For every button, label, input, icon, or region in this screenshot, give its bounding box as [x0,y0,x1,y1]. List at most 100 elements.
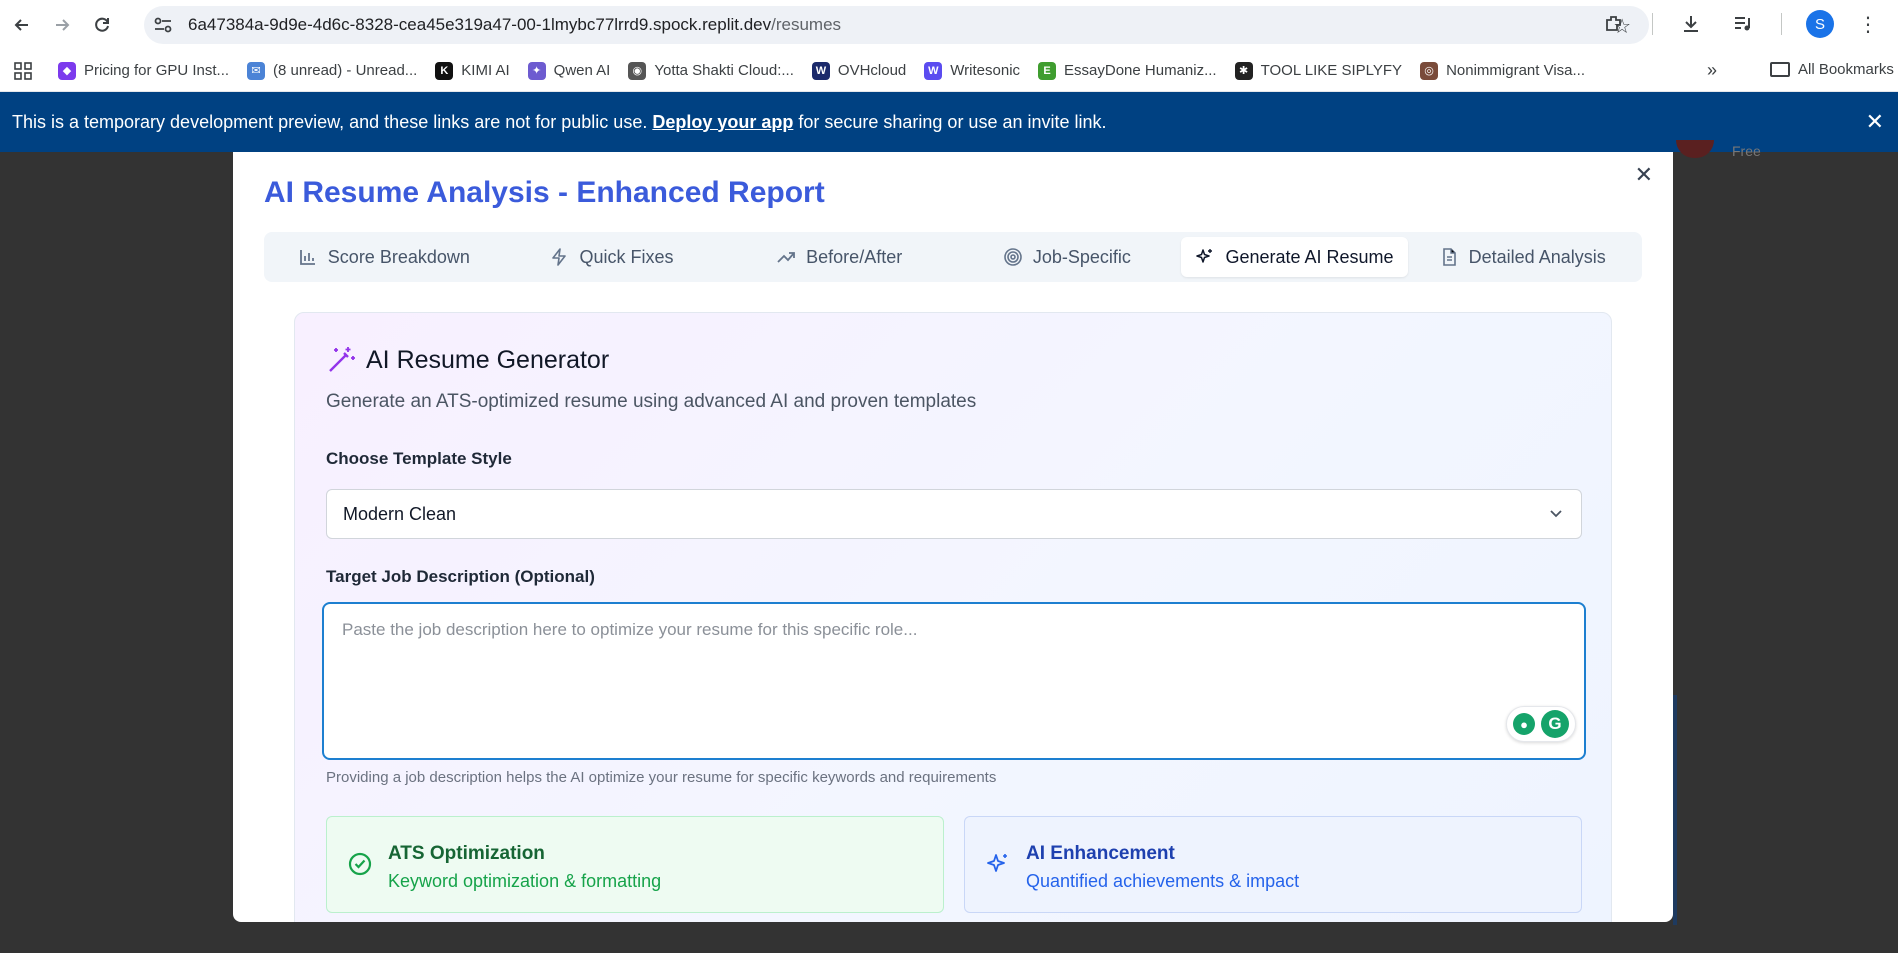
ai-enhancement-card: AI Enhancement Quantified achievements &… [964,816,1582,913]
deploy-app-link[interactable]: Deploy your app [652,112,793,133]
lightning-icon [552,248,567,266]
profile-avatar[interactable]: S [1806,10,1834,38]
bookmark-label: Qwen AI [553,62,611,79]
tab-job-specific[interactable]: Job-Specific [953,237,1181,277]
bookmark-item[interactable]: ◆ Pricing for GPU Inst... [58,61,230,80]
url-text: 6a47384a-9d9e-4d6c-8328-cea45e319a47-00-… [188,15,841,35]
bookmark-label: (8 unread) - Unread... [273,62,418,79]
back-button[interactable] [2,5,42,45]
bookmark-item[interactable]: ◉ Yotta Shakti Cloud:... [628,61,794,80]
report-tabs: Score Breakdown Quick Fixes Before/After… [264,232,1642,282]
bookmark-item[interactable]: K KIMI AI [435,61,510,80]
check-circle-icon [348,852,372,876]
bookmark-item[interactable]: W OVHcloud [811,61,907,80]
job-description-label: Target Job Description (Optional) [326,567,595,586]
analysis-modal: ✕ AI Resume Analysis - Enhanced Report S… [233,152,1673,922]
bookmark-favicon-icon: W [811,61,830,80]
feature-description: Keyword optimization & formatting [388,871,662,891]
feature-description: Quantified achievements & impact [1026,871,1300,891]
bar-chart-icon [299,250,315,265]
background-edge [1673,695,1677,925]
generator-title: AI Resume Generator [366,345,610,374]
menu-icon[interactable]: ⋮ [1858,12,1878,37]
bookmarks-bar: ◆ Pricing for GPU Inst... ✉ (8 unread) - U… [0,50,1898,92]
download-icon[interactable] [1677,10,1705,38]
apps-grid-icon[interactable] [6,61,40,80]
folder-icon [1770,62,1790,77]
bookmark-item[interactable]: ✦ Qwen AI [527,61,611,80]
tab-label: Before/After [806,246,903,267]
all-bookmarks-label: All Bookmarks [1798,61,1894,78]
bookmark-favicon-icon: ✦ [527,61,546,80]
site-info-icon[interactable] [144,16,182,34]
bookmark-item[interactable]: ✉ (8 unread) - Unread... [247,61,418,80]
generator-header: AI Resume Generator [326,345,609,375]
tab-label: Detailed Analysis [1468,246,1606,267]
document-icon [1442,248,1456,266]
modal-close-icon[interactable]: ✕ [1635,162,1653,188]
template-style-label: Choose Template Style [326,449,512,468]
url-host: 6a47384a-9d9e-4d6c-8328-cea45e319a47-00-… [188,15,772,34]
url-path: /resumes [771,15,842,34]
job-description-textarea[interactable]: Paste the job description here to optimi… [322,602,1586,760]
bookmark-item[interactable]: ✱ TOOL LIKE SIPLYFY [1234,61,1403,80]
media-control-icon[interactable] [1729,10,1757,38]
tab-quick-fixes[interactable]: Quick Fixes [498,237,726,277]
toolbar-divider [1781,13,1782,35]
chevron-down-icon [1550,510,1562,518]
grammarly-icon[interactable]: G [1541,710,1569,738]
feature-title: AI Enhancement [1026,843,1175,864]
job-description-helper: Providing a job description helps the AI… [326,769,997,786]
bookmark-label: Nonimmigrant Visa... [1446,62,1586,79]
tab-generate-ai-resume[interactable]: Generate AI Resume [1180,237,1409,277]
bookmark-label: TOOL LIKE SIPLYFY [1260,62,1403,79]
sparkles-icon [1196,249,1213,263]
lightbulb-icon[interactable]: ● [1513,713,1535,735]
banner-text-after: for secure sharing or use an invite link… [798,111,1107,132]
tab-before-after[interactable]: Before/After [725,237,953,277]
bookmark-favicon-icon: E [1038,61,1057,80]
tab-label: Quick Fixes [579,246,674,267]
target-icon [1004,248,1022,266]
bookmark-item[interactable]: W Writesonic [924,61,1021,80]
tab-score-breakdown[interactable]: Score Breakdown [270,237,498,277]
ai-resume-generator-card: AI Resume Generator Generate an ATS-opti… [294,312,1612,922]
toolbar-divider [1652,13,1653,35]
address-bar[interactable]: 6a47384a-9d9e-4d6c-8328-cea45e319a47-00-… [144,6,1649,44]
trend-up-icon [777,252,796,263]
bookmark-favicon-icon: ◆ [58,61,76,80]
modal-title: AI Resume Analysis - Enhanced Report [264,176,825,209]
bookmark-favicon-icon: K [435,61,454,80]
template-style-value: Modern Clean [343,503,457,524]
arrow-left-icon [14,19,28,31]
dev-preview-banner: This is a temporary development preview,… [0,92,1898,152]
feature-title: ATS Optimization [388,843,545,864]
grammarly-widget[interactable]: ● G [1506,706,1576,742]
bookmark-label: EssayDone Humaniz... [1064,62,1217,79]
tab-detailed-analysis[interactable]: Detailed Analysis [1408,237,1636,277]
bookmark-item[interactable]: E EssayDone Humaniz... [1038,61,1217,80]
tab-label: Job-Specific [1032,246,1131,267]
magic-wand-icon [329,347,355,372]
banner-close-icon[interactable]: ✕ [1866,109,1884,135]
bookmark-item[interactable]: ◎ Nonimmigrant Visa... [1420,61,1586,80]
tab-label: Generate AI Resume [1225,246,1394,267]
template-style-select[interactable]: Modern Clean [326,489,1582,539]
forward-button[interactable] [42,5,82,45]
all-bookmarks-button[interactable]: All Bookmarks [1770,61,1894,78]
browser-toolbar: 6a47384a-9d9e-4d6c-8328-cea45e319a47-00-… [0,0,1898,50]
generator-subtitle: Generate an ATS-optimized resume using a… [326,391,977,412]
bookmark-favicon-icon: W [924,61,943,80]
banner-text: This is a temporary development preview,… [12,111,648,132]
bookmark-label: Pricing for GPU Inst... [84,62,230,79]
bookmark-label: Writesonic [950,62,1021,79]
reload-button[interactable] [82,5,122,45]
extensions-icon[interactable] [1600,10,1628,38]
tab-label: Score Breakdown [327,246,470,267]
bookmark-favicon-icon: ✱ [1234,61,1253,80]
bookmark-label: KIMI AI [461,62,510,79]
bookmark-favicon-icon: ◉ [628,61,647,80]
bookmark-favicon-icon: ✉ [247,61,266,80]
bookmark-favicon-icon: ◎ [1420,61,1439,80]
bookmark-label: OVHcloud [837,62,907,79]
